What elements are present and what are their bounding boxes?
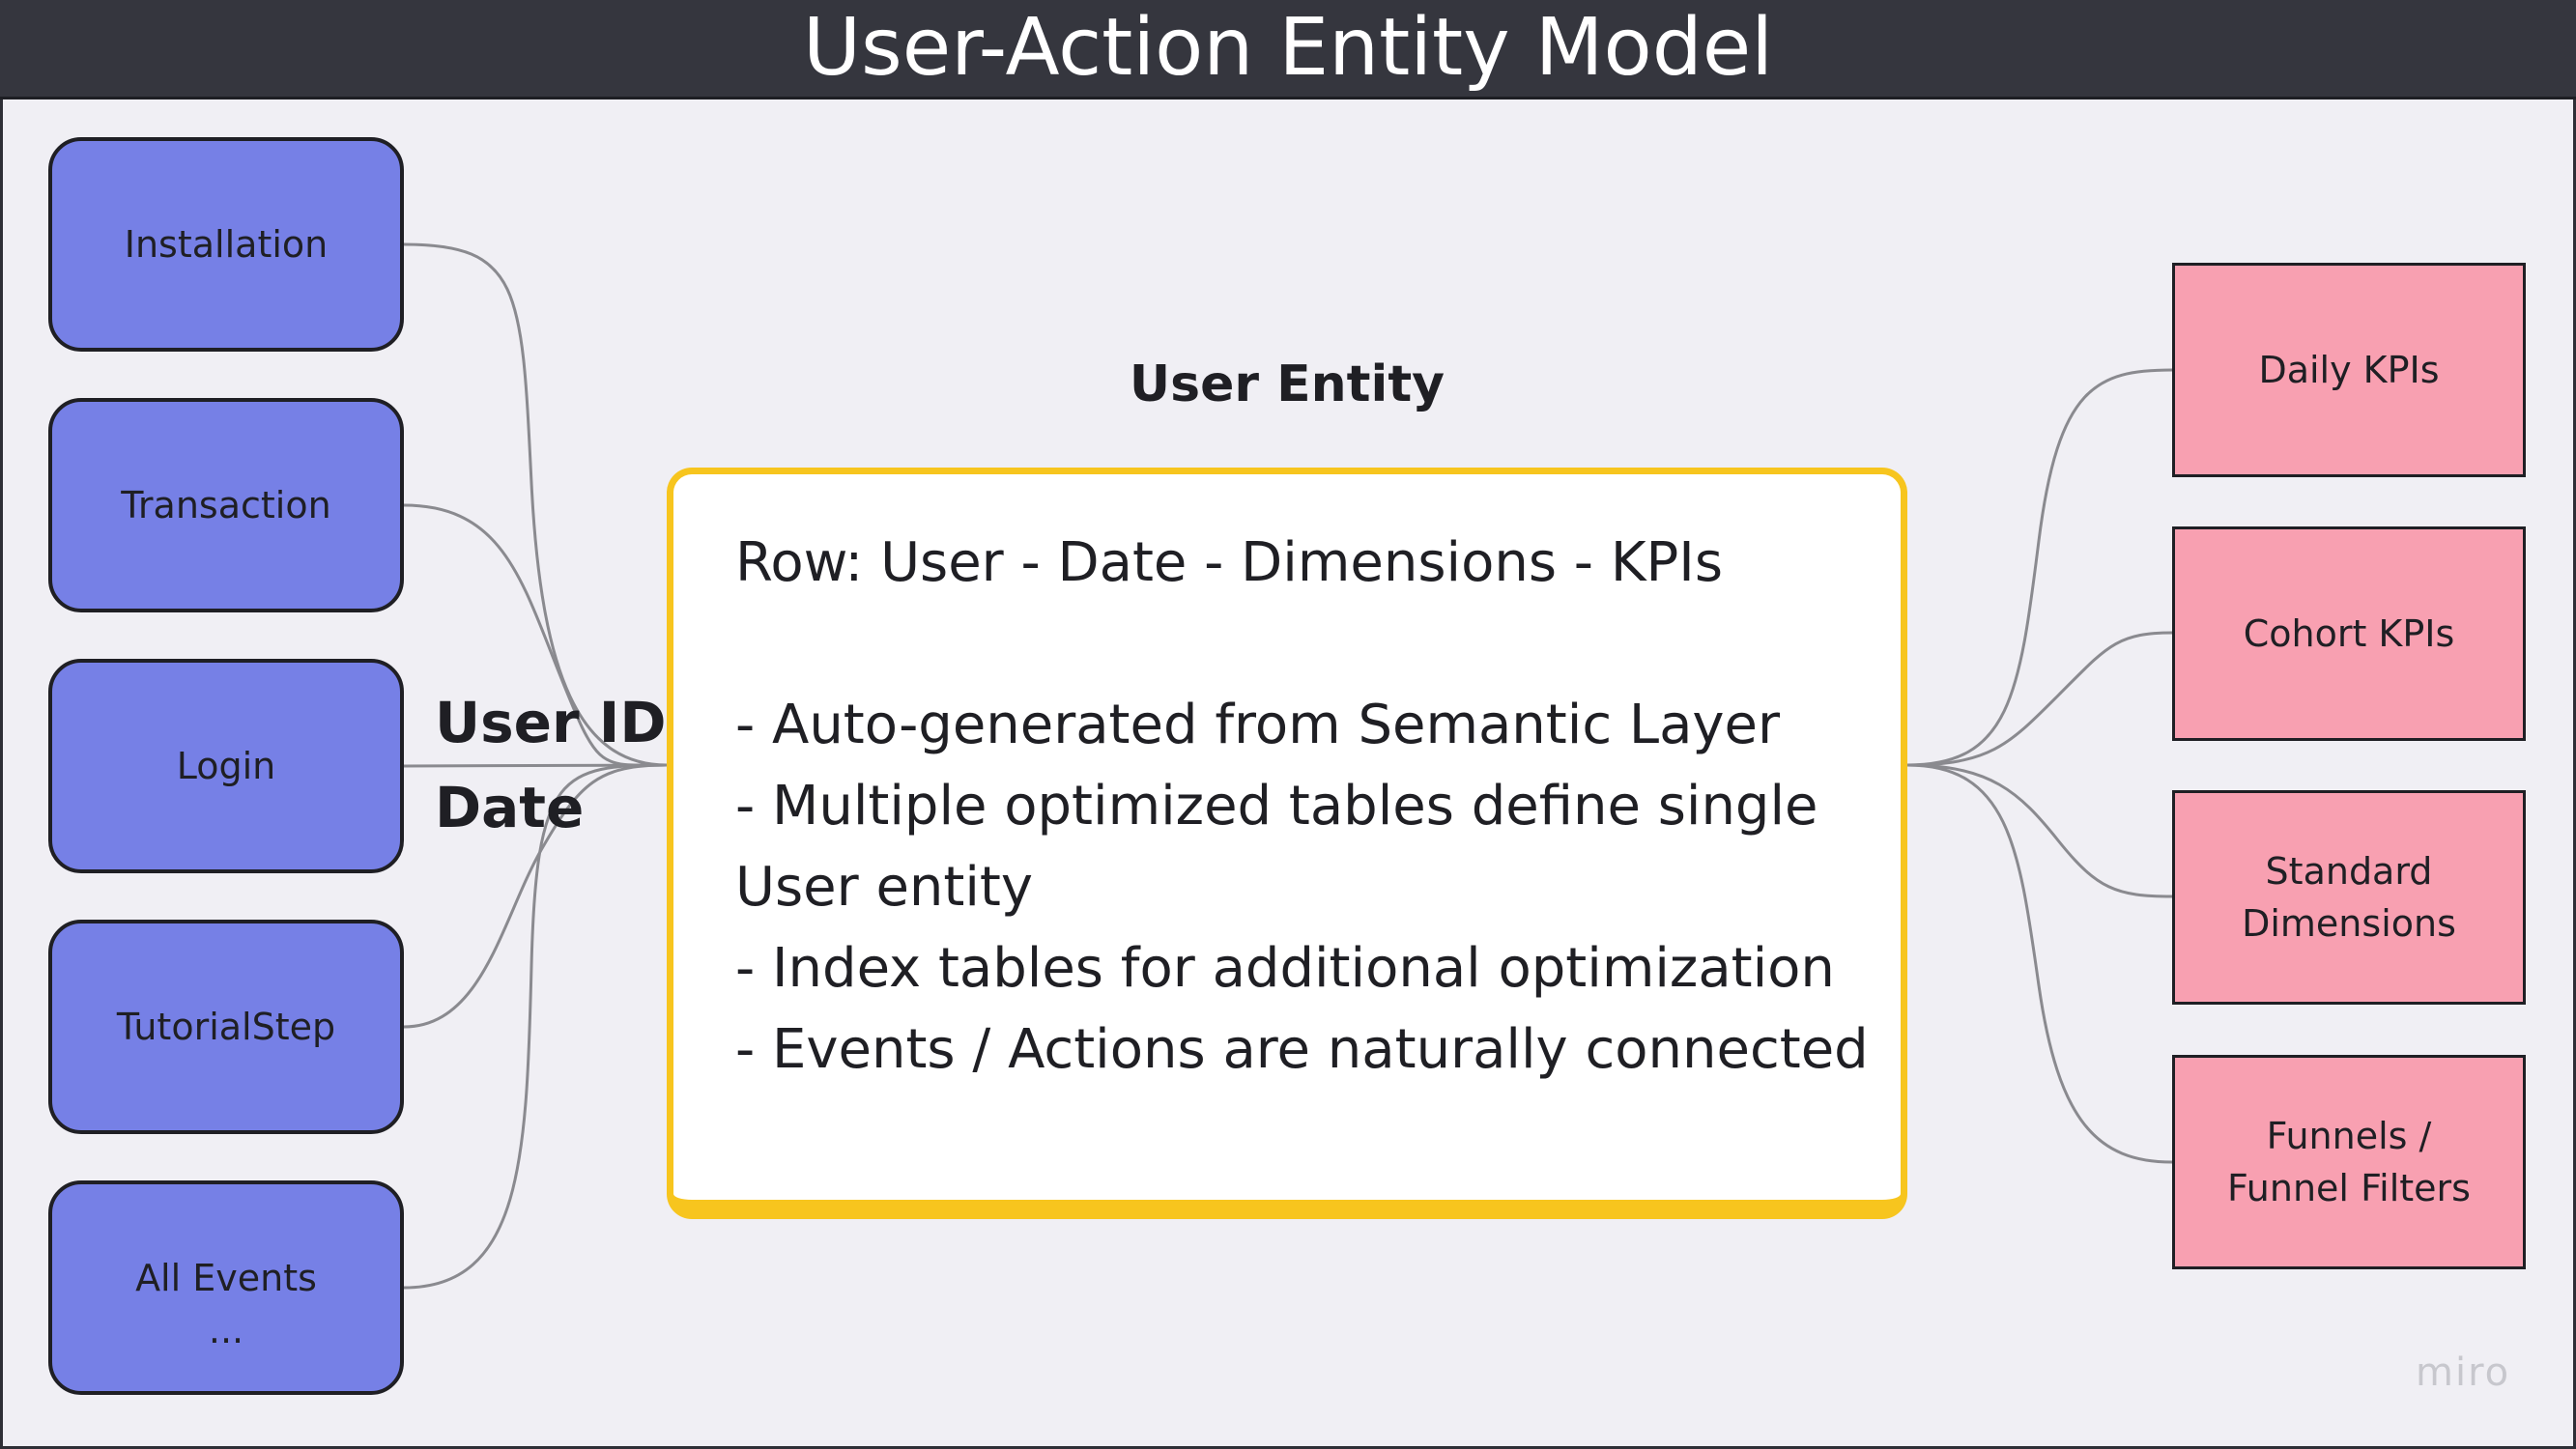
user-entity-box[interactable]: Row: User - Date - Dimensions - KPIs - A…: [667, 468, 1907, 1219]
connector-funnels: [1906, 763, 2173, 1164]
output-node-standard-dimensions[interactable]: Standard Dimensions: [2172, 790, 2526, 1005]
connector-installation: [403, 242, 668, 767]
connector-all-events: [403, 763, 668, 1290]
output-node-cohort-kpis[interactable]: Cohort KPIs: [2172, 526, 2526, 741]
event-node-installation[interactable]: Installation: [48, 137, 404, 352]
event-node-tutorialstep[interactable]: TutorialStep: [48, 920, 404, 1134]
event-node-login[interactable]: Login: [48, 659, 404, 873]
connector-standard-dimensions: [1906, 763, 2173, 898]
event-node-transaction[interactable]: Transaction: [48, 398, 404, 612]
miro-watermark: miro: [2416, 1350, 2511, 1395]
key-label-user-id: User ID: [435, 690, 667, 755]
connector-cohort-kpis: [1906, 631, 2173, 767]
entity-title: User Entity: [1129, 355, 1445, 413]
entity-description: Row: User - Date - Dimensions - KPIs - A…: [735, 531, 1869, 1081]
connector-daily-kpis: [1906, 368, 2173, 767]
output-node-funnels[interactable]: Funnels / Funnel Filters: [2172, 1055, 2526, 1269]
key-label-date: Date: [435, 775, 585, 840]
output-node-daily-kpis[interactable]: Daily KPIs: [2172, 263, 2526, 477]
event-node-all-events[interactable]: All Events ...: [48, 1180, 404, 1395]
